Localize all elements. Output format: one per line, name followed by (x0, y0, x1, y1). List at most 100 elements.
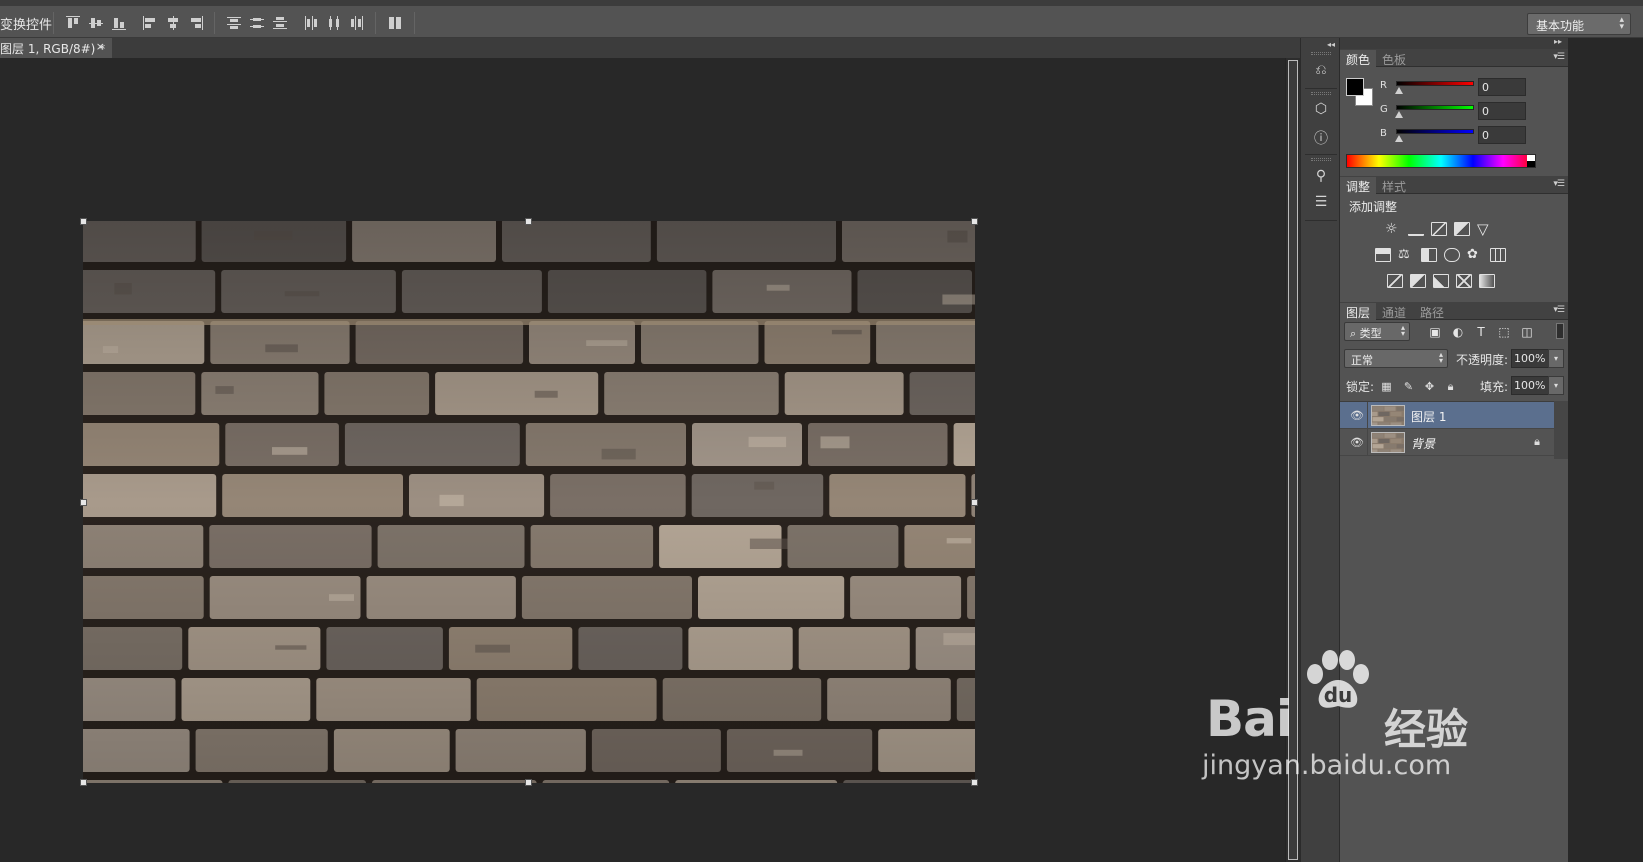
panel-menu-icon[interactable]: ▾☰ (1553, 52, 1565, 62)
lock-pixels-icon[interactable]: ✎ (1402, 380, 1415, 393)
collapse-icon[interactable]: ◂◂ (1327, 40, 1335, 49)
visibility-cell[interactable]: 👁︎ (1340, 429, 1368, 455)
slider-thumb[interactable] (1395, 87, 1403, 94)
transform-handle-top-left[interactable] (80, 218, 87, 225)
close-icon[interactable]: × (96, 40, 105, 53)
transform-controls-label[interactable]: 变换控件 (0, 14, 52, 33)
levels-icon[interactable] (1408, 222, 1424, 236)
vibrance-icon[interactable]: ▽ (1477, 222, 1493, 237)
align-right-icon[interactable] (189, 16, 203, 30)
3d-icon[interactable]: ⬡ (1311, 101, 1331, 121)
distribute-left-icon[interactable] (304, 16, 318, 30)
color-spectrum-bar[interactable] (1346, 154, 1536, 168)
tab-swatches[interactable]: 色板 (1376, 50, 1412, 67)
distribute-top-icon[interactable] (227, 16, 241, 30)
black-white-icon[interactable] (1421, 248, 1437, 262)
lock-position-icon[interactable]: ✥ (1423, 380, 1436, 393)
tab-adjustments[interactable]: 调整 (1340, 177, 1377, 194)
grip-icon[interactable] (1311, 158, 1331, 161)
grip-icon[interactable] (1311, 52, 1331, 55)
transform-handle-left[interactable] (80, 499, 87, 506)
layer-row[interactable]: 👁︎ 图层 1 (1340, 402, 1554, 429)
visibility-cell[interactable]: 👁︎ (1340, 402, 1368, 428)
red-slider[interactable] (1396, 81, 1474, 86)
opacity-dropdown-button[interactable]: ▾ (1548, 349, 1564, 368)
history-icon[interactable]: ⎌ (1311, 62, 1331, 82)
tab-paths[interactable]: 路径 (1414, 303, 1450, 320)
align-bottom-icon[interactable] (112, 16, 126, 30)
tab-layers[interactable]: 图层 (1340, 303, 1377, 320)
layer-name[interactable]: 图层 1 (1411, 408, 1446, 425)
transform-handle-bottom-right[interactable] (971, 779, 978, 786)
blend-mode-select[interactable]: 正常 ▴ ▾ (1344, 349, 1448, 368)
layers-scrollbar[interactable] (1554, 401, 1568, 459)
distribute-horizontal-center-icon[interactable] (327, 16, 341, 30)
filter-toggle-switch[interactable] (1556, 323, 1564, 339)
filter-adjustment-icon[interactable]: ◐ (1451, 325, 1465, 339)
transform-handle-right[interactable] (971, 499, 978, 506)
color-lookup-icon[interactable] (1490, 248, 1506, 262)
align-horizontal-center-icon[interactable] (166, 16, 180, 30)
eye-icon[interactable]: 👁︎ (1350, 409, 1364, 422)
brick-wall-image[interactable] (83, 221, 975, 783)
layer-filter-select[interactable]: ⌕ 类型 ▴ ▾ (1344, 322, 1410, 341)
document-tab[interactable]: 图层 1, RGB/8#) * × (0, 38, 112, 58)
channel-mixer-icon[interactable]: ✿ (1467, 248, 1483, 262)
align-left-icon[interactable] (143, 16, 157, 30)
brightness-contrast-icon[interactable]: ☼ (1385, 222, 1401, 236)
expand-icon[interactable]: ▸▸ (1554, 37, 1562, 46)
green-value-field[interactable]: 0 (1478, 102, 1526, 120)
filter-pixel-icon[interactable]: ▣ (1428, 325, 1442, 339)
hue-saturation-icon[interactable] (1375, 248, 1391, 262)
transform-handle-bottom-left[interactable] (80, 779, 87, 786)
tab-color[interactable]: 颜色 (1340, 50, 1377, 67)
tool-presets-icon[interactable]: ☰ (1311, 194, 1331, 214)
transform-handle-top[interactable] (525, 218, 532, 225)
tab-styles[interactable]: 样式 (1376, 177, 1412, 194)
layer-name[interactable]: 背景 (1411, 435, 1435, 452)
filter-shape-icon[interactable]: ⬚ (1497, 325, 1511, 339)
auto-align-icon[interactable] (388, 16, 402, 30)
scrollbar-thumb[interactable] (1288, 60, 1298, 860)
info-icon[interactable]: ⓘ (1311, 128, 1331, 148)
distribute-vertical-center-icon[interactable] (250, 16, 264, 30)
black-white-swatch[interactable] (1527, 155, 1535, 167)
panel-menu-icon[interactable]: ▾☰ (1553, 305, 1565, 315)
slider-thumb[interactable] (1395, 135, 1403, 142)
foreground-color-swatch[interactable] (1346, 78, 1364, 96)
fill-field[interactable]: 100% (1511, 376, 1549, 395)
filter-type-icon[interactable]: T (1474, 325, 1488, 339)
gradient-map-icon[interactable] (1479, 274, 1495, 288)
align-top-icon[interactable] (66, 16, 80, 30)
red-value-field[interactable]: 0 (1478, 78, 1526, 96)
distribute-right-icon[interactable] (350, 16, 364, 30)
panel-menu-icon[interactable]: ▾☰ (1553, 179, 1565, 189)
filter-smart-object-icon[interactable]: ◫ (1520, 325, 1534, 339)
posterize-icon[interactable] (1410, 274, 1426, 288)
tab-channels[interactable]: 通道 (1376, 303, 1412, 320)
lock-all-icon[interactable]: 🔒︎ (1444, 380, 1457, 393)
align-vertical-center-icon[interactable] (89, 16, 103, 30)
lock-transparent-icon[interactable]: ▦ (1380, 380, 1393, 393)
blue-value-field[interactable]: 0 (1478, 126, 1526, 144)
selective-color-icon[interactable] (1456, 274, 1472, 288)
slider-thumb[interactable] (1395, 111, 1403, 118)
fill-dropdown-button[interactable]: ▾ (1548, 376, 1564, 395)
distribute-bottom-icon[interactable] (273, 16, 287, 30)
exposure-icon[interactable] (1454, 222, 1470, 236)
color-swatches[interactable] (1346, 78, 1376, 108)
green-slider[interactable] (1396, 105, 1474, 110)
photo-filter-icon[interactable] (1444, 248, 1460, 262)
opacity-field[interactable]: 100% (1511, 349, 1549, 368)
eye-icon[interactable]: 👁︎ (1350, 436, 1364, 449)
workspace-select[interactable]: 基本功能 ▴ ▾ (1527, 13, 1631, 35)
brush-presets-icon[interactable]: ⚲ (1311, 168, 1331, 188)
grip-icon[interactable] (1311, 92, 1331, 95)
curves-icon[interactable] (1431, 222, 1447, 236)
layer-row[interactable]: 👁︎ 背景 🔒︎ (1340, 429, 1554, 456)
color-balance-icon[interactable]: ⚖ (1398, 248, 1414, 262)
threshold-icon[interactable] (1433, 274, 1449, 288)
vertical-scrollbar[interactable] (1285, 58, 1300, 862)
transform-handle-top-right[interactable] (971, 218, 978, 225)
blue-slider[interactable] (1396, 129, 1474, 134)
